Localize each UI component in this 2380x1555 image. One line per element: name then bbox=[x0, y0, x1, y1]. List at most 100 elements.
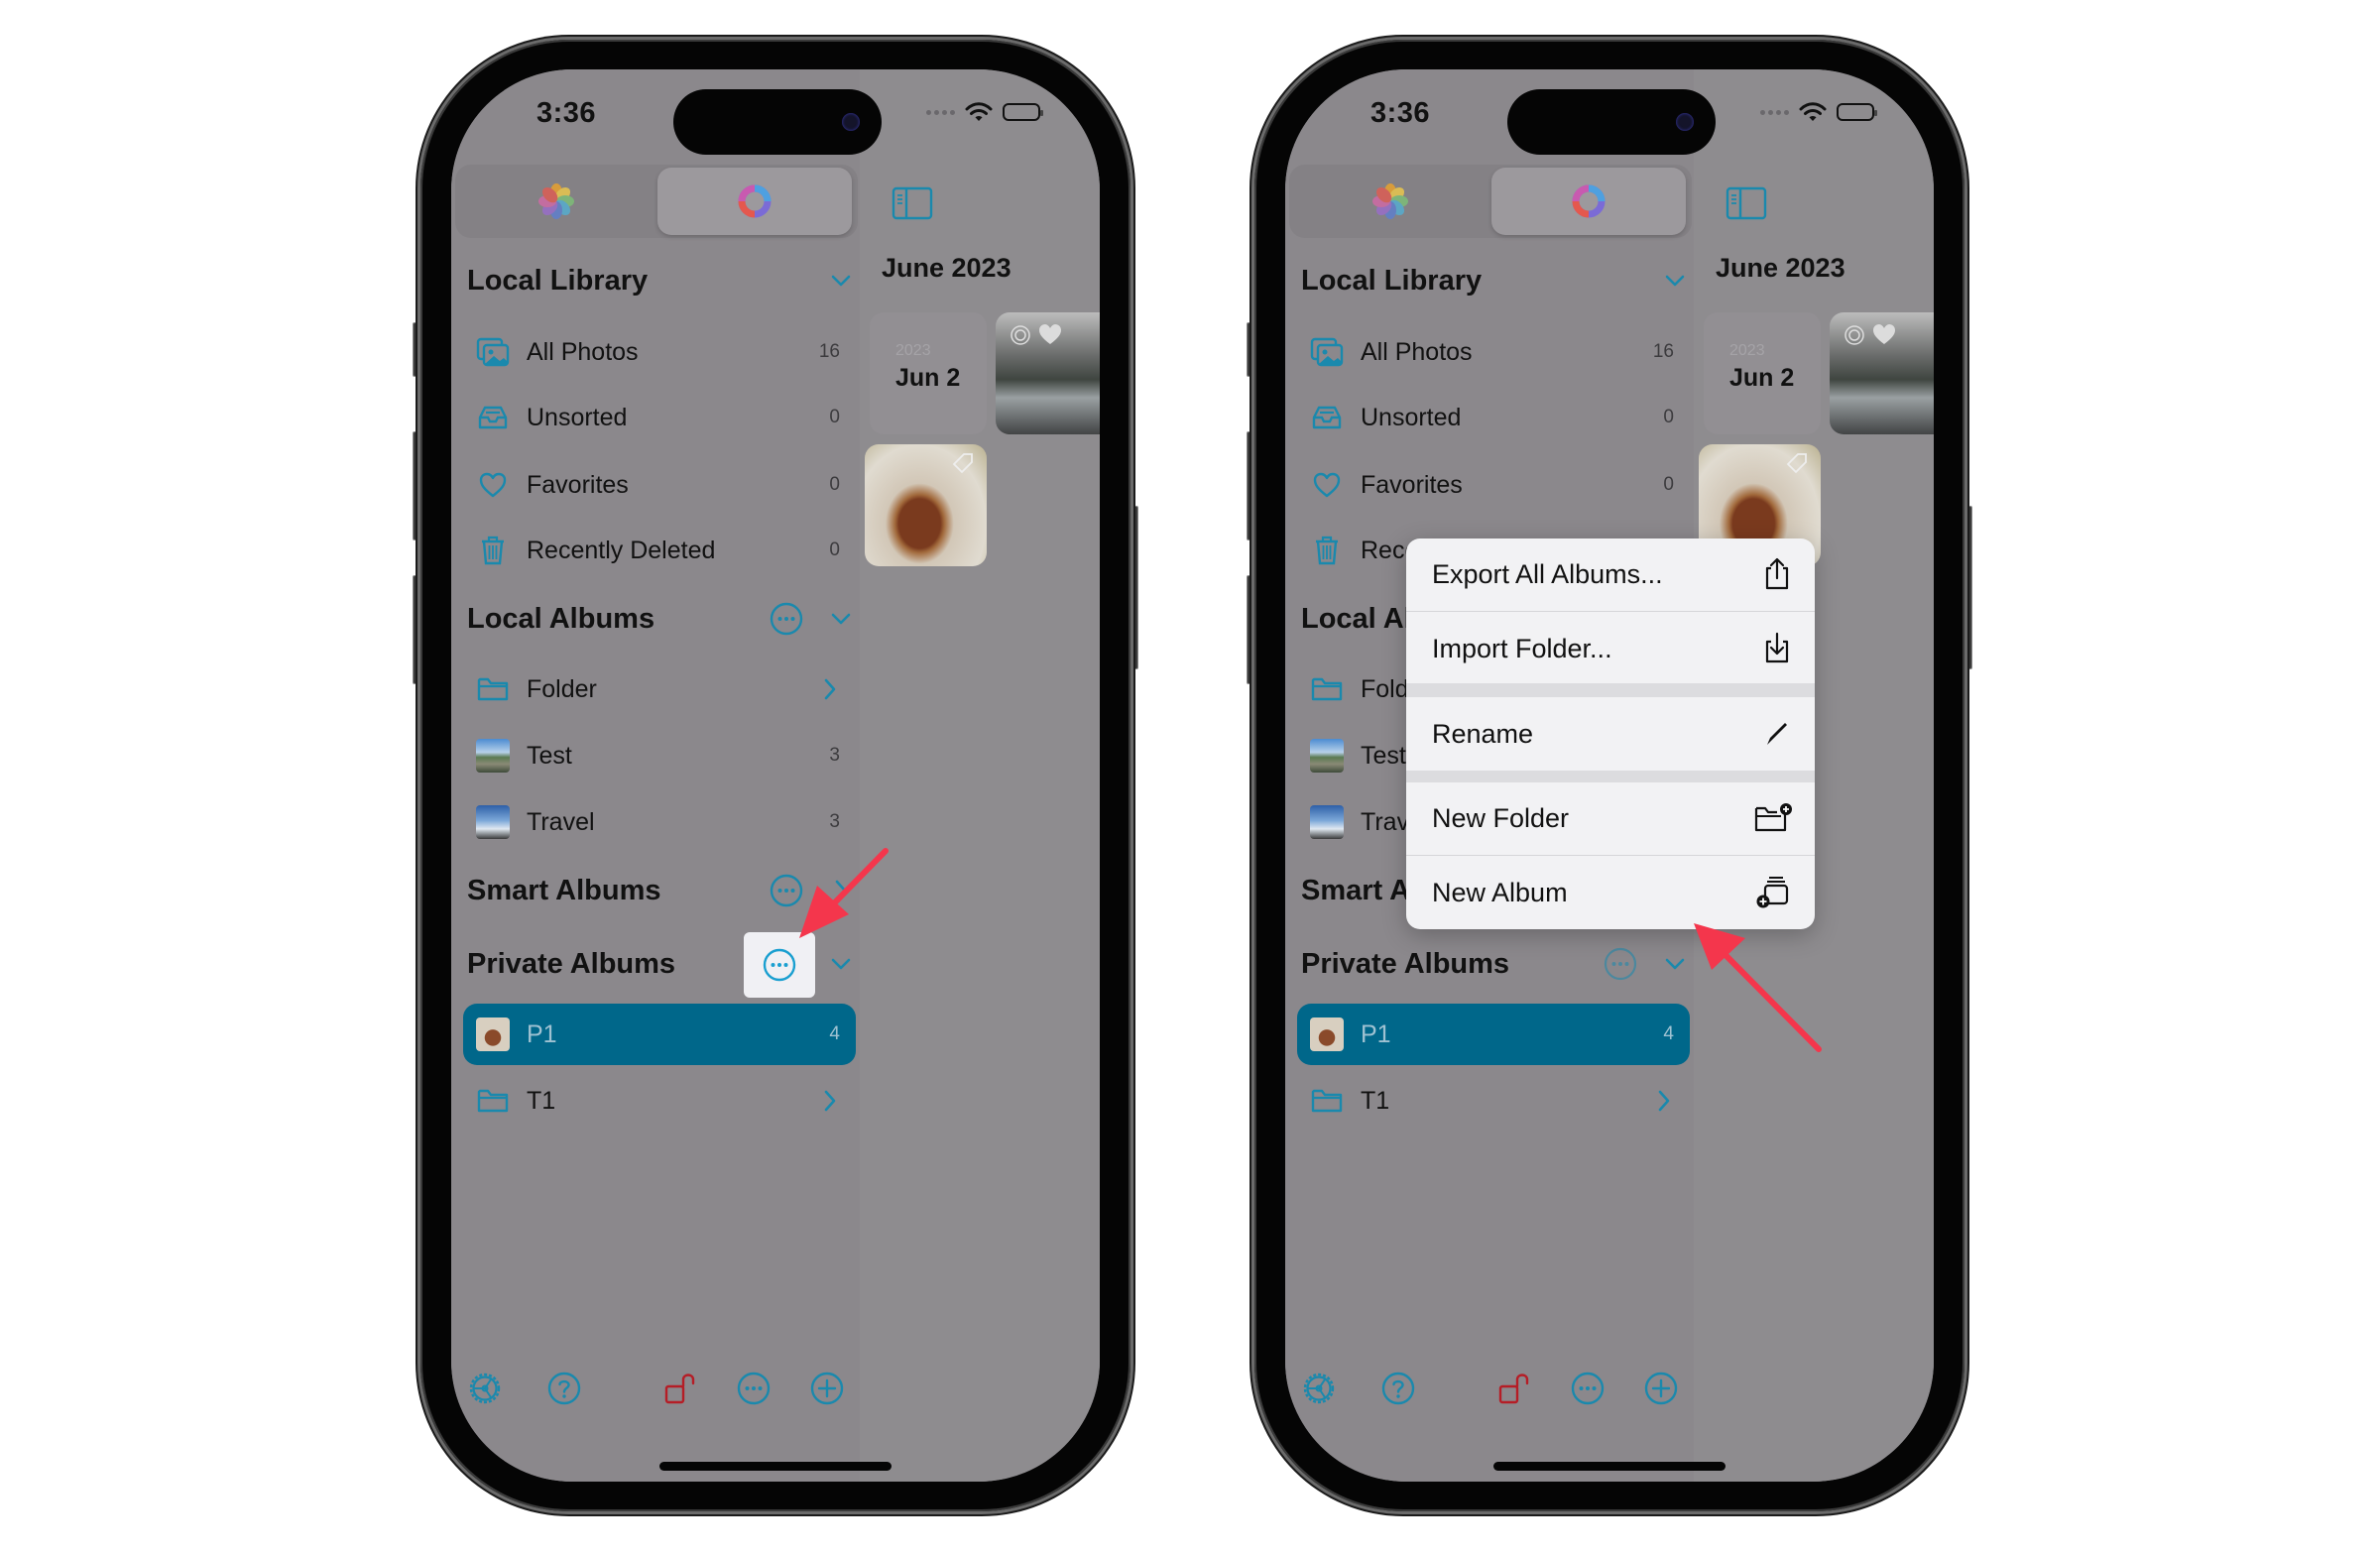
volume-up-button bbox=[413, 431, 418, 540]
more-circle-icon[interactable] bbox=[769, 601, 804, 637]
settings-icon bbox=[1303, 1373, 1335, 1404]
sidebar-item-t1[interactable]: T1 bbox=[1297, 1070, 1690, 1132]
sidebar-item-favorites[interactable]: Favorites 0 bbox=[1297, 454, 1690, 516]
add-button[interactable] bbox=[1639, 1367, 1683, 1410]
private-albums-more-button[interactable] bbox=[744, 932, 815, 998]
status-time: 3:36 bbox=[1370, 97, 1431, 129]
album-thumbnail bbox=[476, 739, 510, 773]
more-button[interactable] bbox=[1566, 1367, 1609, 1410]
sidebar-item-all-photos[interactable]: All Photos 16 bbox=[463, 321, 856, 383]
tag-icon bbox=[952, 453, 973, 474]
phone-screen: Local Library All Photos 16 Unsorted 0 F… bbox=[451, 69, 1100, 1482]
settings-button[interactable] bbox=[463, 1367, 507, 1410]
photo-stack-icon bbox=[476, 337, 510, 367]
help-button[interactable] bbox=[542, 1367, 586, 1410]
folder-icon bbox=[1311, 1089, 1343, 1113]
menu-item-new-album[interactable]: New Album bbox=[1406, 856, 1815, 929]
sidebar-item-unsorted[interactable]: Unsorted 0 bbox=[1297, 387, 1690, 448]
chevron-down-icon[interactable] bbox=[1662, 951, 1688, 977]
segment-app[interactable] bbox=[657, 168, 852, 235]
bottom-toolbar bbox=[451, 1367, 860, 1416]
live-photo-icon bbox=[1011, 325, 1030, 345]
section-smart-albums[interactable]: Smart Albums bbox=[467, 866, 860, 915]
trash-icon bbox=[482, 536, 504, 565]
sidebar-item-unsorted[interactable]: Unsorted 0 bbox=[463, 387, 856, 448]
more-circle-icon[interactable] bbox=[769, 873, 804, 908]
folder-add-icon bbox=[1754, 803, 1792, 832]
chevron-right-icon[interactable] bbox=[828, 878, 854, 903]
segment-photos[interactable] bbox=[1293, 168, 1488, 235]
section-local-albums[interactable]: Local Albums bbox=[467, 594, 860, 644]
app-ring-icon bbox=[1572, 184, 1606, 218]
date-day: Jun 2 bbox=[1729, 364, 1795, 392]
sidebar-item-p1[interactable]: P1 4 bbox=[1297, 1004, 1690, 1065]
sidebar-toggle-button[interactable] bbox=[892, 186, 933, 225]
live-photo-icon bbox=[1844, 325, 1864, 345]
date-year: 2023 bbox=[895, 342, 931, 359]
status-indicators bbox=[1760, 101, 1877, 123]
battery-icon bbox=[1837, 103, 1877, 121]
library-switcher bbox=[455, 165, 858, 238]
sidebar-item-t1[interactable]: T1 bbox=[463, 1070, 856, 1132]
photo-thumbnail[interactable] bbox=[1830, 312, 1934, 434]
menu-item-new-folder[interactable]: New Folder bbox=[1406, 782, 1815, 856]
settings-button[interactable] bbox=[1297, 1367, 1341, 1410]
sidebar-item-folder[interactable]: Folder bbox=[463, 658, 856, 720]
chevron-right-icon bbox=[1658, 1090, 1670, 1112]
share-icon bbox=[1765, 557, 1789, 590]
section-local-library[interactable]: Local Library bbox=[467, 256, 860, 305]
status-indicators bbox=[926, 101, 1043, 123]
section-private-albums[interactable]: Private Albums bbox=[1301, 939, 1694, 989]
lock-button[interactable] bbox=[1492, 1367, 1536, 1410]
tag-icon bbox=[1786, 453, 1807, 474]
app-ring-icon bbox=[738, 184, 772, 218]
sidebar-item-test[interactable]: Test 3 bbox=[463, 725, 856, 786]
lock-button[interactable] bbox=[658, 1367, 702, 1410]
home-indicator[interactable] bbox=[1493, 1462, 1726, 1471]
sidebar-item-all-photos[interactable]: All Photos 16 bbox=[1297, 321, 1690, 383]
item-count: 4 bbox=[1663, 1023, 1674, 1044]
more-circle-icon bbox=[763, 948, 796, 982]
annotation-arrows bbox=[799, 848, 1822, 1052]
sidebar-item-travel[interactable]: Travel 3 bbox=[463, 791, 856, 853]
import-icon bbox=[1765, 632, 1789, 663]
date-day: Jun 2 bbox=[895, 364, 961, 392]
chevron-down-icon[interactable] bbox=[828, 606, 854, 632]
power-button bbox=[1966, 506, 1972, 669]
menu-item-import-folder[interactable]: Import Folder... bbox=[1406, 612, 1815, 685]
section-title: Local Albums bbox=[467, 602, 655, 635]
unlock-icon bbox=[1498, 1374, 1529, 1404]
tray-icon bbox=[478, 406, 508, 429]
help-button[interactable] bbox=[1376, 1367, 1420, 1410]
chevron-down-icon[interactable] bbox=[1662, 268, 1688, 294]
chevron-down-icon[interactable] bbox=[828, 268, 854, 294]
home-indicator[interactable] bbox=[659, 1462, 892, 1471]
settings-icon bbox=[469, 1373, 501, 1404]
volume-down-button bbox=[1247, 575, 1252, 684]
favorite-heart-icon bbox=[1873, 324, 1895, 344]
sidebar-toggle-button[interactable] bbox=[1726, 186, 1767, 225]
segment-app[interactable] bbox=[1491, 168, 1686, 235]
item-count: 0 bbox=[829, 474, 840, 495]
sidebar-item-favorites[interactable]: Favorites 0 bbox=[463, 454, 856, 516]
chevron-right-icon bbox=[824, 1090, 836, 1112]
more-circle-icon[interactable] bbox=[1603, 946, 1638, 982]
chevron-down-icon[interactable] bbox=[828, 951, 854, 977]
sidebar-item-p1[interactable]: P1 4 bbox=[463, 1004, 856, 1065]
menu-item-export-all-albums[interactable]: Export All Albums... bbox=[1406, 538, 1815, 612]
photos-flower-icon bbox=[1372, 183, 1408, 219]
sidebar-item-recently-deleted[interactable]: Recently Deleted 0 bbox=[463, 520, 856, 581]
menu-item-rename[interactable]: Rename bbox=[1406, 697, 1815, 771]
help-icon bbox=[547, 1372, 581, 1405]
folder-icon bbox=[477, 1089, 509, 1113]
sidebar-toggle-icon bbox=[1726, 186, 1767, 220]
segment-photos[interactable] bbox=[459, 168, 654, 235]
photo-thumbnail[interactable] bbox=[996, 312, 1100, 434]
more-button[interactable] bbox=[732, 1367, 775, 1410]
section-local-library[interactable]: Local Library bbox=[1301, 256, 1694, 305]
add-button[interactable] bbox=[805, 1367, 849, 1410]
menu-separator bbox=[1406, 771, 1815, 782]
photo-thumbnail[interactable] bbox=[865, 444, 987, 566]
context-menu: Export All Albums... Import Folder... Re… bbox=[1406, 538, 1815, 929]
section-title: Private Albums bbox=[1301, 947, 1510, 980]
